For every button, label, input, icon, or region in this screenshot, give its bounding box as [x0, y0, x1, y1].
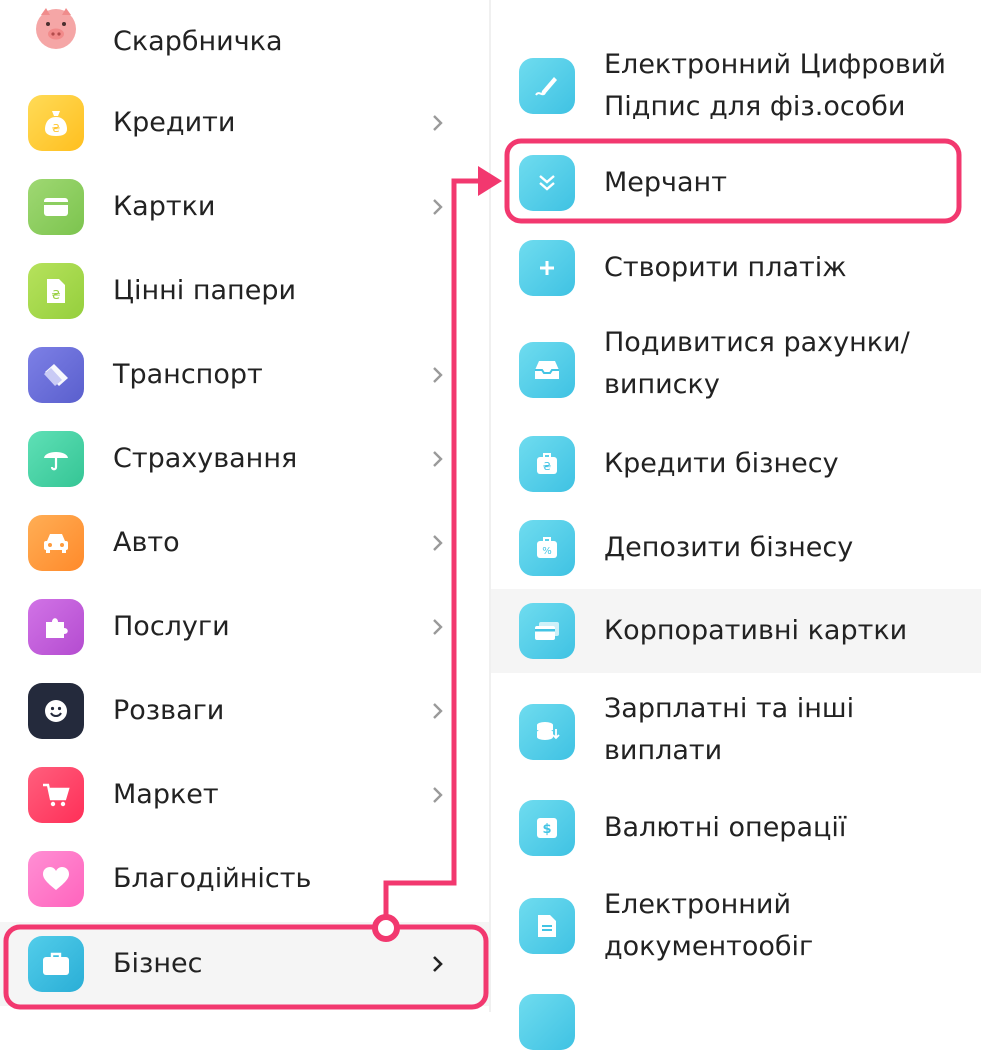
svg-text:₴: ₴: [51, 288, 60, 302]
menu-item-label: Послуги: [113, 611, 230, 642]
menu-item-label: Розваги: [113, 695, 225, 726]
submenu-item-label: Створити платіж: [604, 252, 847, 283]
menu-item-securities[interactable]: ₴ Цінні папери: [0, 249, 489, 333]
briefcase-percent-icon: %: [519, 520, 575, 576]
submenu-item-label-line2: Підпис для фіз.особи: [604, 91, 906, 122]
plus-icon: [519, 240, 575, 296]
submenu-item-label: Депозити бізнесу: [604, 532, 854, 563]
menu-item-auto[interactable]: Авто: [0, 501, 489, 585]
cards-icon: [519, 603, 575, 659]
menu-item-market[interactable]: Маркет: [0, 753, 489, 837]
submenu-item-label-line2: виплати: [604, 735, 723, 766]
document-hryvnia-icon: ₴: [28, 263, 84, 319]
chevron-right-icon: [433, 199, 443, 215]
briefcase-icon: [28, 936, 84, 992]
main-menu: Скарбничка ₴ Кредити Картки ₴ Цінні папе…: [0, 0, 489, 1012]
cart-icon: [28, 767, 84, 823]
menu-item-business[interactable]: Бізнес: [0, 922, 489, 1006]
card-icon: [28, 179, 84, 235]
chevron-right-icon: [433, 367, 443, 383]
svg-text:₴: ₴: [543, 460, 552, 473]
svg-text:%: %: [542, 546, 552, 557]
submenu-item-view-accounts[interactable]: Подивитися рахунки/ виписку: [491, 316, 981, 426]
double-chevron-down-icon: [519, 155, 575, 211]
submenu-item-digital-signature[interactable]: Електронний Цифровий Підпис для фіз.особ…: [491, 30, 981, 150]
dollar-bill-icon: $: [519, 800, 575, 856]
menu-item-piggy-bank[interactable]: Скарбничка: [0, 0, 489, 84]
svg-text:₴: ₴: [52, 122, 61, 135]
submenu-item-label-line2: виписку: [604, 369, 720, 400]
menu-item-label: Благодійність: [113, 863, 312, 894]
coins-stack-icon: [519, 704, 575, 760]
submenu-item-merchant[interactable]: Мерчант: [491, 140, 981, 226]
chevron-right-icon: [433, 619, 443, 635]
menu-item-label: Авто: [113, 527, 180, 558]
heart-icon: [28, 851, 84, 907]
submenu-item-label-line1: Зарплатні та інші: [604, 693, 855, 724]
menu-item-label: Маркет: [113, 779, 219, 810]
submenu-item-currency-operations[interactable]: $ Валютні операції: [491, 785, 981, 871]
svg-text:$: $: [542, 822, 551, 837]
umbrella-icon: [28, 431, 84, 487]
menu-item-label: Страхування: [113, 443, 298, 474]
submenu-item-business-credits[interactable]: ₴ Кредити бізнесу: [491, 421, 981, 507]
pen-signature-icon: [519, 58, 575, 114]
menu-item-credits[interactable]: ₴ Кредити: [0, 81, 489, 165]
smile-icon: [28, 683, 84, 739]
menu-item-label: Кредити: [113, 107, 236, 138]
inbox-tray-icon: [519, 342, 575, 398]
submenu-item-business-deposits[interactable]: % Депозити бізнесу: [491, 505, 981, 591]
menu-item-transport[interactable]: Транспорт: [0, 333, 489, 417]
chevron-right-icon: [433, 956, 443, 972]
car-icon: [28, 515, 84, 571]
business-submenu: Електронний Цифровий Підпис для фіз.особ…: [491, 0, 981, 1050]
puzzle-icon: [28, 599, 84, 655]
submenu-item-label: Валютні операції: [604, 812, 847, 843]
chevron-right-icon: [433, 115, 443, 131]
submenu-item-label: Корпоративні картки: [604, 615, 908, 646]
submenu-item-label-line1: Електронний Цифровий: [604, 49, 946, 80]
submenu-item-label: Кредити бізнесу: [604, 448, 839, 479]
menu-item-label: Цінні папери: [113, 275, 297, 306]
submenu-item-edocuments[interactable]: Електронний документообіг: [491, 868, 981, 978]
chevron-right-icon: [433, 787, 443, 803]
submenu-item-salary-payments[interactable]: Зарплатні та інші виплати: [491, 682, 981, 792]
submenu-item-corporate-cards[interactable]: Корпоративні картки: [491, 589, 981, 673]
chevron-right-icon: [433, 451, 443, 467]
menu-item-insurance[interactable]: Страхування: [0, 417, 489, 501]
submenu-item-label-line1: Подивитися рахунки/: [604, 327, 910, 358]
menu-item-entertainment[interactable]: Розваги: [0, 669, 489, 753]
menu-item-label: Скарбничка: [113, 26, 283, 57]
money-bag-icon: ₴: [28, 95, 84, 151]
chevron-right-icon: [433, 535, 443, 551]
menu-item-label: Картки: [113, 191, 216, 222]
chevron-right-icon: [433, 703, 443, 719]
menu-item-label: Бізнес: [113, 948, 203, 979]
menu-item-services[interactable]: Послуги: [0, 585, 489, 669]
next-item-icon: [519, 994, 575, 1050]
menu-item-cards[interactable]: Картки: [0, 165, 489, 249]
submenu-item-create-payment[interactable]: Створити платіж: [491, 225, 981, 311]
submenu-item-label: Мерчант: [604, 167, 727, 198]
menu-item-charity[interactable]: Благодійність: [0, 837, 489, 921]
menu-item-label: Транспорт: [113, 359, 263, 390]
submenu-item-label-line2: документообіг: [604, 931, 814, 962]
briefcase-hryvnia-icon: ₴: [519, 436, 575, 492]
submenu-item-label-line1: Електронний: [604, 889, 792, 920]
ticket-icon: [28, 347, 84, 403]
document-icon: [519, 898, 575, 954]
piggy-bank-icon: [28, 0, 84, 55]
